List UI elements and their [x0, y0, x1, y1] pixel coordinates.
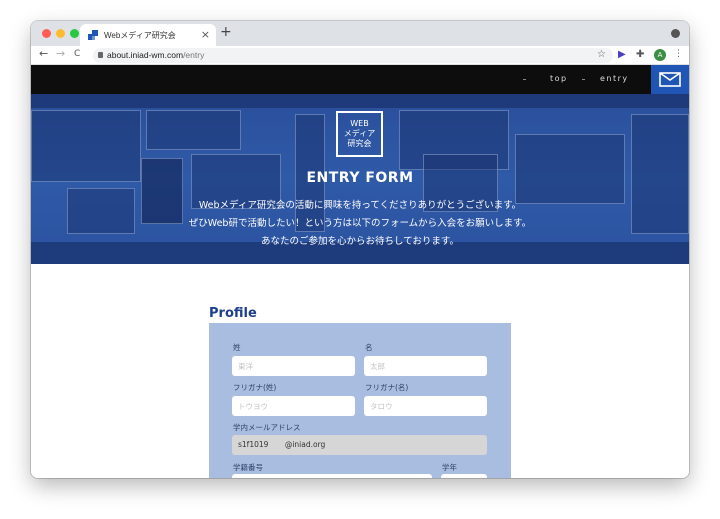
hero-text-line: あなたのご参加を心からお待ちしております。 — [261, 236, 459, 247]
hero-text-line: ぜひWeb研で活動したい！という方は以下のフォームから入会をお願いします。 — [188, 218, 532, 229]
tab-strip: Webメディア研究会 × + — [31, 21, 689, 46]
profile-avatar[interactable]: A — [654, 49, 666, 61]
extension-play-icon[interactable]: ▶ — [618, 49, 626, 60]
forward-button[interactable]: → — [56, 47, 65, 60]
tab-title: Webメディア研究会 — [104, 30, 176, 40]
address-bar[interactable]: about.iniad-wm.com/entry — [93, 48, 613, 63]
first-name-input[interactable]: 太郎 — [364, 356, 487, 376]
back-button[interactable]: ← — [39, 47, 48, 60]
hero-text-line: Webメディア研究会の活動に興味を持ってくださりありがとうございます。 — [198, 200, 522, 211]
hero-banner: WEB メディア 研究会 ENTRY FORM Webメディア研究会の活動に興味… — [31, 94, 689, 264]
new-tab-button[interactable]: + — [220, 24, 232, 40]
browser-window: Webメディア研究会 × + ← → C about.iniad-wm.com/… — [31, 21, 689, 478]
tab-close-icon[interactable]: × — [201, 28, 210, 41]
close-window-button[interactable] — [42, 29, 51, 38]
grade-select[interactable] — [441, 474, 487, 478]
nav-link-entry[interactable]: entry — [600, 74, 629, 83]
last-kana-label: フリガナ(姓) — [233, 383, 277, 392]
extensions-puzzle-icon[interactable]: ✚ — [636, 49, 644, 60]
first-kana-input[interactable]: タロウ — [364, 396, 487, 416]
email-input[interactable]: s1f1019 @iniad.org — [232, 435, 487, 455]
url-text: about.iniad-wm.com/entry — [107, 50, 205, 60]
contact-mail-button[interactable] — [651, 65, 689, 94]
mail-envelope-icon — [659, 72, 681, 87]
profile-form: 姓 名 東洋 太郎 フリガナ(姓) フリガナ(名) トウヨウ タロウ 学内メール… — [209, 323, 511, 478]
browser-toolbar: ← → C about.iniad-wm.com/entry ☆ ▶ ✚ A ⋮ — [31, 46, 689, 65]
profile-heading: Profile — [209, 306, 257, 321]
site-favicon-icon — [88, 30, 98, 40]
club-logo: WEB メディア 研究会 — [336, 111, 383, 157]
nav-separator — [523, 79, 526, 80]
tab-search-icon[interactable] — [671, 29, 680, 38]
student-id-label: 学籍番号 — [233, 463, 263, 472]
bookmark-star-icon[interactable]: ☆ — [597, 49, 606, 60]
email-domain: @iniad.org — [284, 440, 326, 449]
first-kana-label: フリガナ(名) — [365, 383, 409, 392]
email-label: 学内メールアドレス — [233, 423, 301, 432]
grade-label: 学年 — [442, 463, 457, 472]
site-header-nav: top entry — [31, 65, 689, 94]
reload-button[interactable]: C — [74, 49, 80, 59]
maximize-window-button[interactable] — [70, 29, 79, 38]
student-id-input[interactable] — [232, 474, 432, 478]
main-content: Profile 姓 名 東洋 太郎 フリガナ(姓) フリガナ(名) トウヨウ タ… — [31, 264, 689, 478]
nav-link-top[interactable]: top — [550, 74, 568, 83]
menu-kebab-icon[interactable]: ⋮ — [674, 49, 683, 59]
hero-title: ENTRY FORM — [306, 170, 414, 186]
first-name-label: 名 — [365, 343, 373, 352]
last-name-label: 姓 — [233, 343, 241, 352]
nav-separator — [582, 79, 585, 80]
lock-icon — [98, 52, 103, 58]
browser-tab[interactable]: Webメディア研究会 × — [80, 24, 216, 46]
last-name-input[interactable]: 東洋 — [232, 356, 355, 376]
minimize-window-button[interactable] — [56, 29, 65, 38]
email-prefix: s1f1019 — [238, 440, 269, 449]
last-kana-input[interactable]: トウヨウ — [232, 396, 355, 416]
